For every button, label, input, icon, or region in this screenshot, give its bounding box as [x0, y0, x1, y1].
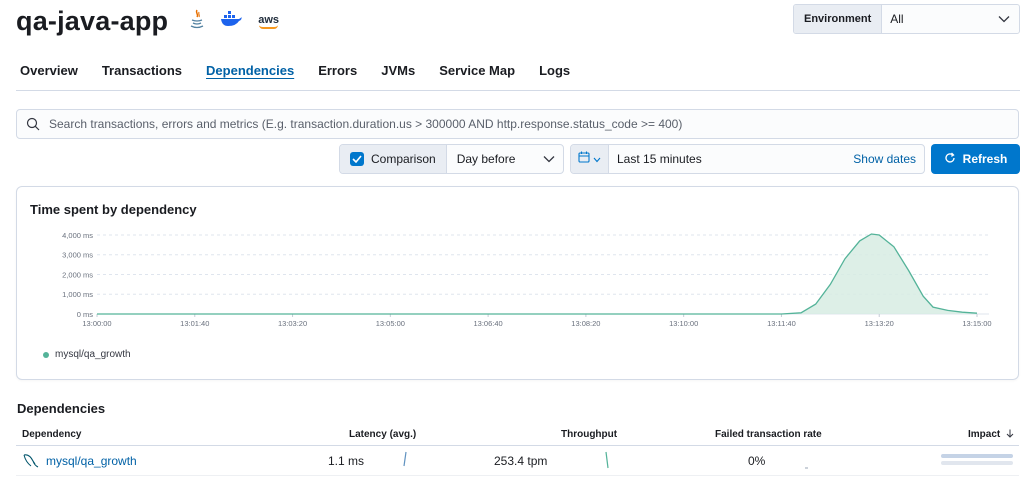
legend-label: mysql/qa_growth [55, 349, 131, 360]
comparison-label: Comparison [371, 152, 436, 166]
service-tabs: Overview Transactions Dependencies Error… [20, 63, 594, 84]
environment-label: Environment [794, 5, 883, 33]
x-tick-label: 13:11:40 [767, 319, 796, 328]
comparison-checkbox[interactable] [350, 152, 364, 166]
time-spent-chart-panel: Time spent by dependency 0 ms 1,000 ms 2,0… [16, 186, 1019, 380]
agent-icons: aws [190, 9, 279, 34]
y-tick-label: 2,000 ms [62, 270, 93, 279]
refresh-label: Refresh [962, 152, 1008, 166]
date-range-value[interactable]: Last 15 minutes [609, 152, 853, 166]
refresh-icon [944, 152, 956, 167]
refresh-button[interactable]: Refresh [931, 144, 1020, 174]
search-bar [16, 109, 1019, 139]
calendar-icon [578, 150, 590, 168]
chart-legend[interactable]: mysql/qa_growth [43, 349, 131, 360]
impact-bar [941, 454, 1013, 458]
dependencies-table: Dependency Latency (avg.) Throughput Fai… [16, 424, 1019, 476]
date-picker: Last 15 minutes Show dates [570, 144, 925, 174]
page-title: qa-java-app [16, 5, 169, 36]
column-latency[interactable]: Latency (avg.) [349, 429, 416, 440]
environment-value: All [890, 12, 904, 26]
x-tick-label: 13:00:00 [82, 319, 111, 328]
sort-down-icon [1006, 429, 1014, 438]
table-header: Dependency Latency (avg.) Throughput Fai… [16, 424, 1019, 446]
tab-jvms[interactable]: JVMs [381, 63, 415, 84]
x-tick-label: 13:05:00 [376, 319, 405, 328]
y-tick-label: 3,000 ms [62, 251, 93, 260]
x-tick-label: 13:13:20 [865, 319, 894, 328]
comparison-value: Day before [456, 152, 516, 166]
x-tick-label: 13:08:20 [571, 319, 600, 328]
tab-transactions[interactable]: Transactions [102, 63, 182, 84]
failed-rate-value: 0% [748, 454, 766, 468]
tab-dependencies[interactable]: Dependencies [206, 63, 294, 84]
legend-dot [43, 351, 49, 358]
comparison-toggle[interactable]: Comparison [340, 145, 447, 173]
x-tick-label: 13:03:20 [278, 319, 307, 328]
tab-errors[interactable]: Errors [318, 63, 357, 84]
column-dependency[interactable]: Dependency [22, 429, 81, 440]
chevron-down-icon [535, 155, 563, 163]
impact-bar-comparison [941, 461, 1013, 465]
search-input[interactable] [49, 117, 1018, 131]
y-tick-label: 0 ms [77, 310, 94, 319]
x-tick-label: 13:06:40 [474, 319, 503, 328]
environment-select[interactable]: Environment All [793, 4, 1020, 34]
search-icon [17, 117, 49, 131]
column-failed-rate[interactable]: Failed transaction rate [715, 429, 822, 440]
dependency-link[interactable]: mysql/qa_growth [46, 454, 137, 468]
x-tick-label: 13:01:40 [180, 319, 209, 328]
column-impact-label: Impact [968, 429, 1001, 440]
comparison-select[interactable]: Day before [447, 145, 563, 173]
tab-logs[interactable]: Logs [539, 63, 570, 84]
tab-overview[interactable]: Overview [20, 63, 78, 84]
table-row: mysql/qa_growth 1.1 ms 253.4 tpm 0% [16, 446, 1019, 476]
column-impact[interactable]: Impact [968, 429, 1014, 440]
aws-icon: aws [258, 14, 279, 29]
x-tick-label: 13:15:00 [962, 319, 991, 328]
tab-service-map[interactable]: Service Map [439, 63, 515, 84]
java-icon [190, 9, 204, 34]
throughput-sparkline [605, 451, 609, 469]
chevron-down-icon [593, 150, 601, 168]
latency-sparkline [403, 451, 407, 467]
docker-icon [220, 10, 242, 32]
show-dates-link[interactable]: Show dates [853, 152, 924, 166]
y-tick-label: 1,000 ms [62, 290, 93, 299]
tabs-divider [16, 90, 1020, 91]
time-spent-chart: 0 ms 1,000 ms 2,000 ms 3,000 ms 4,000 ms 13:0… [62, 231, 991, 328]
app-header: qa-java-app aws [16, 4, 279, 38]
y-tick-label: 4,000 ms [62, 231, 93, 240]
comparison-control: Comparison Day before [339, 144, 564, 174]
quick-select-button[interactable] [571, 145, 609, 173]
database-icon [22, 452, 40, 473]
chevron-down-icon [989, 5, 1019, 33]
x-tick-label: 13:10:00 [669, 319, 698, 328]
failed-rate-sparkline [805, 467, 808, 469]
column-throughput[interactable]: Throughput [561, 429, 617, 440]
dependencies-title: Dependencies [17, 401, 106, 416]
throughput-value: 253.4 tpm [494, 454, 548, 468]
latency-value: 1.1 ms [328, 454, 365, 468]
